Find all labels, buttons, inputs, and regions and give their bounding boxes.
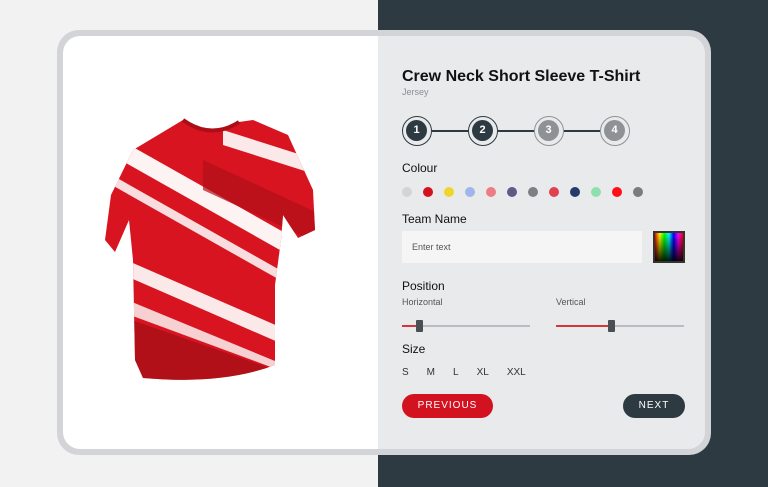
step-number: 3 xyxy=(538,120,559,141)
size-options: S M L XL XXL xyxy=(402,367,544,378)
size-option-s[interactable]: S xyxy=(402,367,409,378)
step-connector xyxy=(498,130,534,132)
next-button[interactable]: NEXT xyxy=(623,394,685,418)
step-1[interactable]: 1 xyxy=(402,116,432,146)
vertical-slider[interactable] xyxy=(556,320,684,332)
slider-fill xyxy=(556,325,612,327)
product-preview-panel xyxy=(63,36,378,449)
team-name-label: Team Name xyxy=(402,212,467,226)
colour-swatch-7[interactable] xyxy=(528,187,538,197)
step-2[interactable]: 2 xyxy=(468,116,498,146)
colour-swatch-4[interactable] xyxy=(465,187,475,197)
colour-swatch-11[interactable] xyxy=(612,187,622,197)
slider-thumb[interactable] xyxy=(608,320,616,332)
size-option-xl[interactable]: XL xyxy=(477,367,489,378)
customization-panel: Crew Neck Short Sleeve T-Shirt Jersey 1 … xyxy=(378,36,705,449)
step-number: 4 xyxy=(604,120,625,141)
colour-swatch-6[interactable] xyxy=(507,187,517,197)
colour-swatch-3[interactable] xyxy=(444,187,454,197)
step-connector xyxy=(564,130,600,132)
horizontal-slider[interactable] xyxy=(402,320,530,332)
color-picker-button[interactable] xyxy=(653,231,685,263)
colour-swatch-12[interactable] xyxy=(633,187,643,197)
horizontal-label: Horizontal xyxy=(402,297,443,307)
product-title: Crew Neck Short Sleeve T-Shirt xyxy=(402,68,641,85)
product-customizer-card: Crew Neck Short Sleeve T-Shirt Jersey 1 … xyxy=(57,30,711,455)
size-option-l[interactable]: L xyxy=(453,367,459,378)
step-4[interactable]: 4 xyxy=(600,116,630,146)
vertical-label: Vertical xyxy=(556,297,586,307)
size-option-xxl[interactable]: XXL xyxy=(507,367,526,378)
colour-label: Colour xyxy=(402,161,438,175)
slider-thumb[interactable] xyxy=(415,320,423,332)
position-label: Position xyxy=(402,279,445,293)
size-option-m[interactable]: M xyxy=(427,367,435,378)
previous-button[interactable]: PREVIOUS xyxy=(402,394,493,418)
colour-swatch-8[interactable] xyxy=(549,187,559,197)
colour-swatch-5[interactable] xyxy=(486,187,496,197)
colour-swatch-10[interactable] xyxy=(591,187,601,197)
step-3[interactable]: 3 xyxy=(534,116,564,146)
card-inner: Crew Neck Short Sleeve T-Shirt Jersey 1 … xyxy=(63,36,705,449)
step-number: 1 xyxy=(406,120,427,141)
colour-swatch-9[interactable] xyxy=(570,187,580,197)
step-number: 2 xyxy=(472,120,493,141)
tshirt-image xyxy=(105,118,315,380)
team-name-input[interactable] xyxy=(402,231,642,263)
colour-swatch-1[interactable] xyxy=(402,187,412,197)
progress-stepper: 1 2 3 4 xyxy=(402,116,632,146)
size-label: Size xyxy=(402,342,426,356)
step-connector xyxy=(432,130,468,132)
product-subtitle: Jersey xyxy=(402,87,429,97)
colour-swatch-2[interactable] xyxy=(423,187,433,197)
colour-swatches xyxy=(402,187,654,197)
